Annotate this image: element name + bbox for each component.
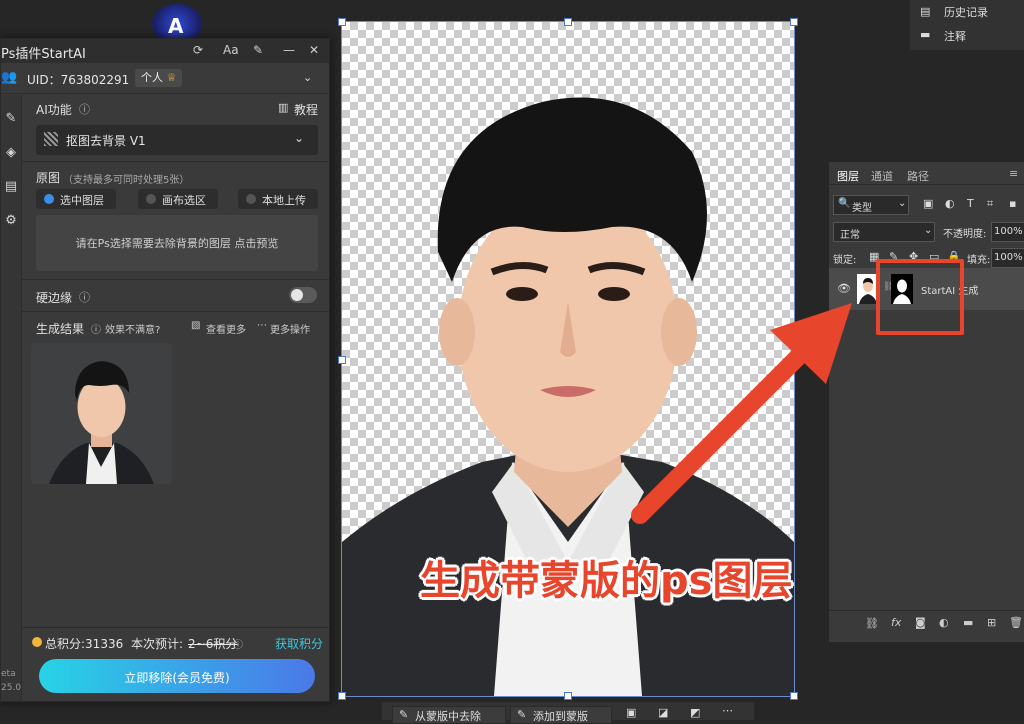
- feather-icon[interactable]: ◪: [658, 706, 668, 719]
- annotation-arrow: [631, 303, 852, 524]
- annotation-highlight-box: [876, 259, 964, 335]
- add-to-mask-button[interactable]: ✎ 添加到蒙版: [510, 706, 612, 724]
- brush-icon: ✎: [399, 708, 409, 721]
- invert-icon[interactable]: ▣: [626, 706, 636, 719]
- add-to-mask-label: 添加到蒙版: [533, 710, 588, 723]
- brush-icon: ✎: [517, 708, 527, 721]
- remove-from-mask-label: 从蒙版中去除: [415, 710, 481, 723]
- refine-icon[interactable]: ◩: [690, 706, 700, 719]
- remove-from-mask-button[interactable]: ✎ 从蒙版中去除: [392, 706, 506, 724]
- annotation-caption: 生成带蒙版的ps图层: [420, 558, 793, 604]
- more-icon[interactable]: ⋯: [722, 704, 733, 717]
- contextual-task-bar: ✎ 从蒙版中去除 ✎ 添加到蒙版 ▣ ◪ ◩ ⋯: [382, 702, 754, 724]
